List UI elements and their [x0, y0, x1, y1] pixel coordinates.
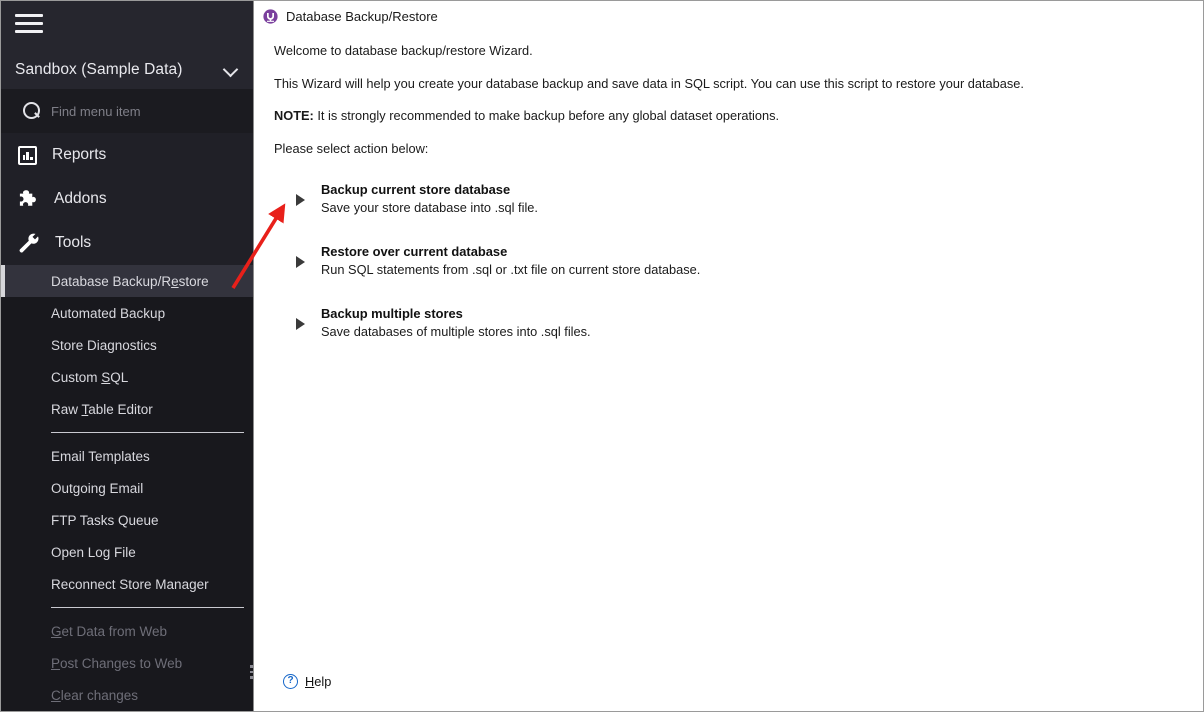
wizard-action-text: Backup multiple stores Save databases of … — [321, 306, 591, 339]
select-action-prompt: Please select action below: — [274, 140, 429, 156]
sidebar-item-label: Tools — [55, 234, 92, 251]
sidebar-item-tools[interactable]: Tools — [1, 221, 253, 265]
sidebar-subitem-ftp-tasks-queue[interactable]: FTP Tasks Queue — [1, 504, 253, 536]
wizard-action-list: Backup current store database Save your s… — [274, 182, 1203, 339]
sidebar-subitem-email-templates[interactable]: Email Templates — [1, 440, 253, 472]
welcome-text: Welcome to database backup/restore Wizar… — [274, 43, 533, 58]
wizard-action-description: Run SQL statements from .sql or .txt fil… — [321, 261, 701, 277]
play-triangle-icon — [296, 255, 305, 268]
help-accel: H — [305, 674, 315, 689]
sidebar-subitem-outgoing-email[interactable]: Outgoing Email — [1, 472, 253, 504]
store-selector[interactable]: Sandbox (Sample Data) — [1, 51, 253, 89]
wizard-action-text: Restore over current database Run SQL sta… — [321, 244, 700, 277]
sidebar-subitem-store-diagnostics[interactable]: Store Diagnostics — [1, 329, 253, 361]
sidebar-item-label: Addons — [54, 190, 107, 207]
help-rest: elp — [314, 674, 332, 689]
sidebar-subitem-clear-changes: Clear changes — [1, 679, 253, 711]
sidebar-subitem-label: FTP Tasks Queue — [51, 512, 159, 528]
store-selector-label: Sandbox (Sample Data) — [15, 61, 183, 78]
sidebar-subitem-open-log-file[interactable]: Open Log File — [1, 536, 253, 568]
sidebar-subitem-label: Get Data from Web — [51, 623, 168, 639]
sidebar-item-reports[interactable]: Reports — [1, 133, 253, 177]
wrench-icon — [18, 232, 40, 254]
sidebar-item-label: Reports — [52, 146, 107, 163]
sidebar-subitem-custom-sql[interactable]: Custom SQL — [1, 361, 253, 393]
content-tab-header: Database Backup/Restore — [254, 1, 1203, 31]
sidebar-subitem-label: Database Backup/Restore — [51, 273, 209, 289]
primary-nav: Reports Addons Tools — [1, 133, 253, 265]
play-triangle-icon — [296, 193, 305, 206]
sidebar-subitem-database-backup-restore[interactable]: Database Backup/Restore — [1, 265, 253, 297]
question-circle-icon: ? — [283, 674, 298, 689]
puzzle-piece-icon — [18, 189, 39, 210]
submenu-divider — [51, 432, 244, 433]
description-text: This Wizard will help you create your da… — [274, 75, 1024, 91]
chevron-down-icon — [224, 63, 237, 76]
sidebar-subitem-automated-backup[interactable]: Automated Backup — [1, 297, 253, 329]
main-content: Database Backup/Restore Welcome to datab… — [253, 1, 1203, 711]
wizard-action-text: Backup current store database Save your s… — [321, 182, 538, 215]
wizard-action-title: Backup current store database — [321, 181, 511, 197]
sidebar-subitem-label: Open Log File — [51, 544, 136, 560]
help-link[interactable]: ? Help — [283, 674, 331, 689]
wizard-action-title: Backup multiple stores — [321, 305, 463, 321]
sidebar-subitem-label: Clear changes — [51, 687, 139, 703]
sidebar-subitem-label: Outgoing Email — [51, 480, 144, 496]
sidebar-subitem-label: Custom SQL — [51, 369, 129, 385]
sidebar-subitem-get-data-from-web: Get Data from Web — [1, 615, 253, 647]
sidebar-subitem-post-changes-to-web: Post Changes to Web — [1, 647, 253, 679]
sidebar-subitem-reconnect-store-manager[interactable]: Reconnect Store Manager — [1, 568, 253, 600]
wizard-action-description: Save your store database into .sql file. — [321, 199, 538, 215]
sidebar-subitem-label: Email Templates — [51, 448, 150, 464]
wizard-action-item[interactable]: Backup current store database Save your s… — [274, 182, 914, 215]
sidebar-subitem-label: Reconnect Store Manager — [51, 576, 209, 592]
note-text: NOTE: It is strongly recommended to make… — [274, 108, 1203, 125]
sidebar: Sandbox (Sample Data) Find menu item Rep… — [1, 1, 253, 711]
search-placeholder: Find menu item — [51, 103, 141, 119]
tools-submenu: Database Backup/Restore Automated Backup S… — [1, 265, 253, 711]
play-triangle-icon — [296, 317, 305, 330]
wizard-body: Welcome to database backup/restore Wizar… — [254, 31, 1203, 339]
search-field[interactable]: Find menu item — [1, 89, 253, 133]
sidebar-subitem-label: Raw Table Editor — [51, 401, 153, 417]
sidebar-subitem-label: Post Changes to Web — [51, 655, 183, 671]
store-manager-purple-icon — [263, 8, 278, 24]
submenu-divider — [51, 607, 244, 608]
search-icon — [23, 102, 40, 119]
wizard-action-title: Restore over current database — [321, 243, 508, 259]
sidebar-subitem-label: Automated Backup — [51, 305, 166, 321]
wizard-action-item[interactable]: Restore over current database Run SQL sta… — [274, 244, 914, 277]
note-body: It is strongly recommended to make backu… — [313, 108, 780, 124]
wizard-action-item[interactable]: Backup multiple stores Save databases of … — [274, 306, 914, 339]
sidebar-header: Sandbox (Sample Data) — [1, 1, 253, 89]
sidebar-subitem-label: Store Diagnostics — [51, 337, 157, 353]
bar-chart-icon — [18, 145, 37, 165]
wizard-action-description: Save databases of multiple stores into .… — [321, 323, 591, 339]
sidebar-item-addons[interactable]: Addons — [1, 177, 253, 221]
content-tab-title: Database Backup/Restore — [286, 8, 438, 24]
help-link-label: Help — [305, 674, 331, 689]
application-window: Sandbox (Sample Data) Find menu item Rep… — [0, 0, 1204, 712]
note-label: NOTE: — [274, 108, 314, 124]
sidebar-subitem-raw-table-editor[interactable]: Raw Table Editor — [1, 393, 253, 425]
hamburger-menu-icon[interactable] — [15, 14, 43, 34]
